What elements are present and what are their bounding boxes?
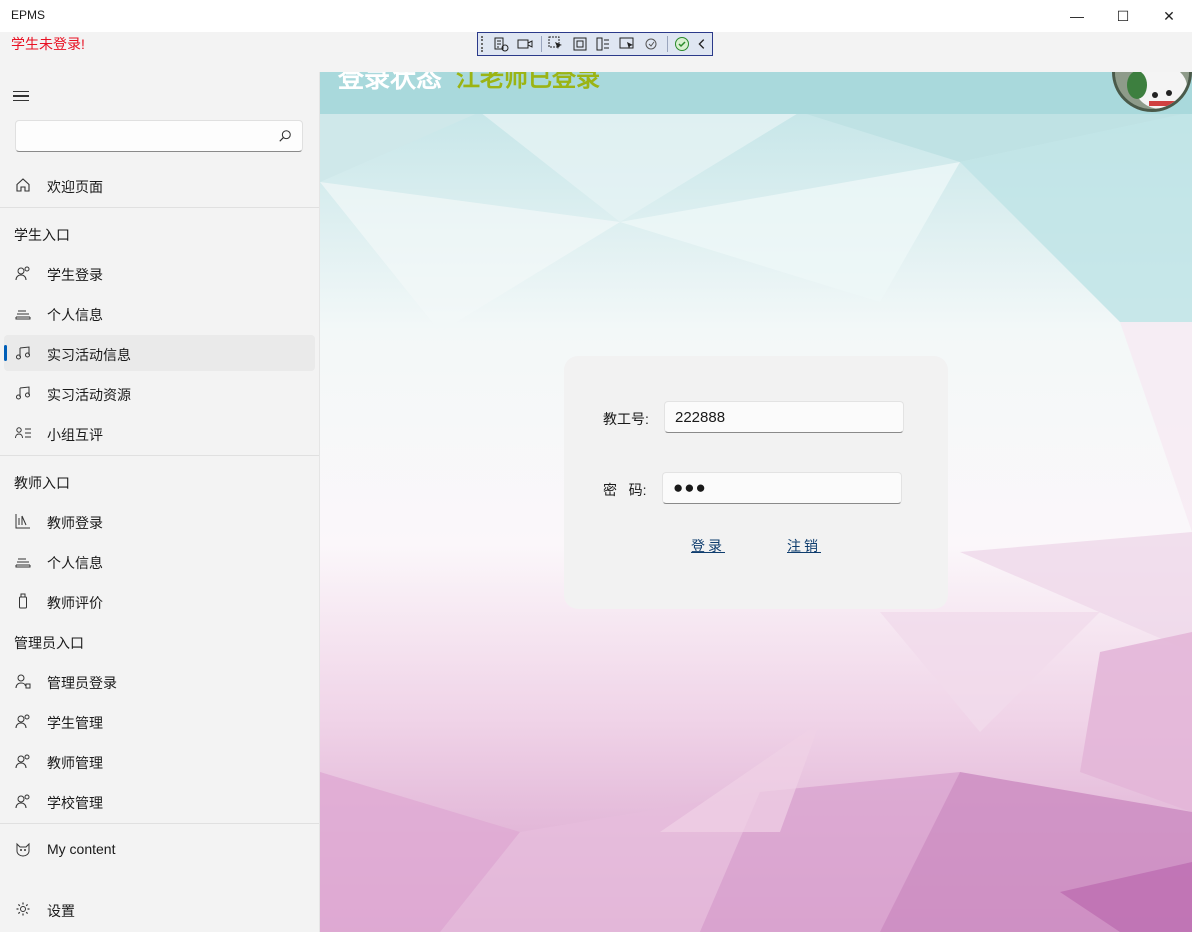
section-header-student: 学生入口: [14, 227, 70, 243]
login-status-banner: 登录状态 江老师已登录: [320, 72, 1192, 114]
nav-item-student-info[interactable]: 个人信息: [4, 295, 315, 331]
staff-id-input[interactable]: [664, 401, 904, 433]
collapse-chevron-icon[interactable]: [695, 34, 709, 54]
section-header-teacher: 教师入口: [14, 475, 70, 491]
nav-item-label: 教师登录: [47, 515, 103, 531]
select-element-icon[interactable]: [545, 34, 566, 54]
search-icon[interactable]: [278, 129, 292, 143]
nav-item-teacher-login[interactable]: 教师登录: [4, 503, 315, 539]
nav-item-student-management[interactable]: 学生管理: [4, 703, 315, 739]
hot-reload-icon[interactable]: [641, 34, 662, 54]
staff-id-label: 教工号:: [603, 411, 649, 427]
nav-item-my-content[interactable]: My content: [4, 831, 315, 867]
section-header-admin: 管理员入口: [14, 635, 84, 651]
live-visual-tree-icon[interactable]: [491, 34, 512, 54]
nav-divider: [0, 823, 319, 824]
nav-item-label: 教师管理: [47, 755, 103, 771]
nav-item-teacher-evaluation[interactable]: 教师评价: [4, 583, 315, 619]
stats-icon: [15, 513, 31, 529]
password-input[interactable]: [662, 472, 902, 504]
xaml-debug-toolbar: [477, 32, 713, 56]
people-icon: [15, 793, 31, 809]
nav-item-label: My content: [47, 841, 116, 857]
nav-item-label: 实习活动信息: [47, 347, 131, 363]
close-button[interactable]: ✕: [1146, 0, 1192, 32]
nav-divider: [0, 207, 319, 208]
search-box[interactable]: [15, 120, 303, 152]
nav-item-label: 学生管理: [47, 715, 103, 731]
gear-icon: [15, 901, 31, 917]
nav-item-label: 个人信息: [47, 555, 103, 571]
nav-item-label: 小组互评: [47, 427, 103, 443]
toolbar-grip-handle[interactable]: [481, 36, 487, 52]
nav-item-label: 学生登录: [47, 267, 103, 283]
cat-face-icon: [15, 841, 31, 857]
login-status-label: 登录状态: [338, 72, 443, 93]
home-icon: [15, 177, 31, 193]
nav-item-label: 实习活动资源: [47, 387, 131, 403]
checkmark-circle-icon[interactable]: [671, 34, 692, 54]
nav-item-label: 教师评价: [47, 595, 103, 611]
search-input[interactable]: [16, 121, 266, 151]
login-card: 教工号: 密 码: 登录 注销: [564, 356, 948, 609]
login-status-value: 江老师已登录: [456, 72, 600, 92]
nav-item-teacher-management[interactable]: 教师管理: [4, 743, 315, 779]
nav-item-label: 个人信息: [47, 307, 103, 323]
toolbar-separator: [541, 36, 543, 52]
nav-item-internship-activity-info[interactable]: 实习活动信息: [4, 335, 315, 371]
nav-item-school-management[interactable]: 学校管理: [4, 783, 315, 819]
display-layout-icon[interactable]: [617, 34, 638, 54]
layout-adorner-icon[interactable]: [569, 34, 590, 54]
app-title: EPMS: [11, 8, 46, 22]
nav-item-internship-activity-resources[interactable]: 实习活动资源: [4, 375, 315, 411]
nav-item-group-peer-review[interactable]: 小组互评: [4, 415, 315, 451]
nav-item-label: 管理员登录: [47, 675, 117, 691]
toolbar-separator: [667, 36, 669, 52]
login-button[interactable]: 登录: [691, 536, 725, 556]
password-label: 密 码:: [603, 482, 647, 498]
track-focus-icon[interactable]: [593, 34, 614, 54]
nav-item-admin-login[interactable]: 管理员登录: [4, 663, 315, 699]
selection-indicator: [4, 345, 7, 361]
nav-item-settings[interactable]: 设置: [4, 891, 315, 927]
minimize-button[interactable]: —: [1054, 0, 1100, 32]
tray-icon: [15, 553, 31, 569]
usb-drive-icon: [15, 593, 31, 609]
nav-item-teacher-info[interactable]: 个人信息: [4, 543, 315, 579]
navigation-pane: 欢迎页面 学生入口 学生登录 个人信息 实习活动信息 实习活动资源 小组互评 教…: [0, 72, 320, 932]
hamburger-menu-icon[interactable]: [13, 86, 33, 106]
nav-item-label: 欢迎页面: [47, 179, 103, 195]
title-bar: EPMS — ☐ ✕: [0, 0, 1192, 32]
content-frame: 登录状态 江老师已登录 教工号: 密 码: 登录 注销: [320, 72, 1192, 932]
nav-divider: [0, 455, 319, 456]
nav-item-label: 学校管理: [47, 795, 103, 811]
logout-button[interactable]: 注销: [787, 536, 821, 556]
nav-item-welcome[interactable]: 欢迎页面: [4, 167, 315, 203]
nav-item-label: 设置: [47, 903, 75, 919]
people-icon: [15, 713, 31, 729]
person-key-icon: [15, 673, 31, 689]
music-note-icon: [15, 385, 31, 401]
tray-icon: [15, 305, 31, 321]
people-icon: [15, 265, 31, 281]
person-list-icon: [15, 425, 31, 441]
nav-item-student-login[interactable]: 学生登录: [4, 255, 315, 291]
music-note-icon: [15, 345, 31, 361]
maximize-button[interactable]: ☐: [1100, 0, 1146, 32]
student-login-status: 学生未登录!: [11, 36, 85, 52]
camera-icon[interactable]: [515, 34, 536, 54]
people-icon: [15, 753, 31, 769]
